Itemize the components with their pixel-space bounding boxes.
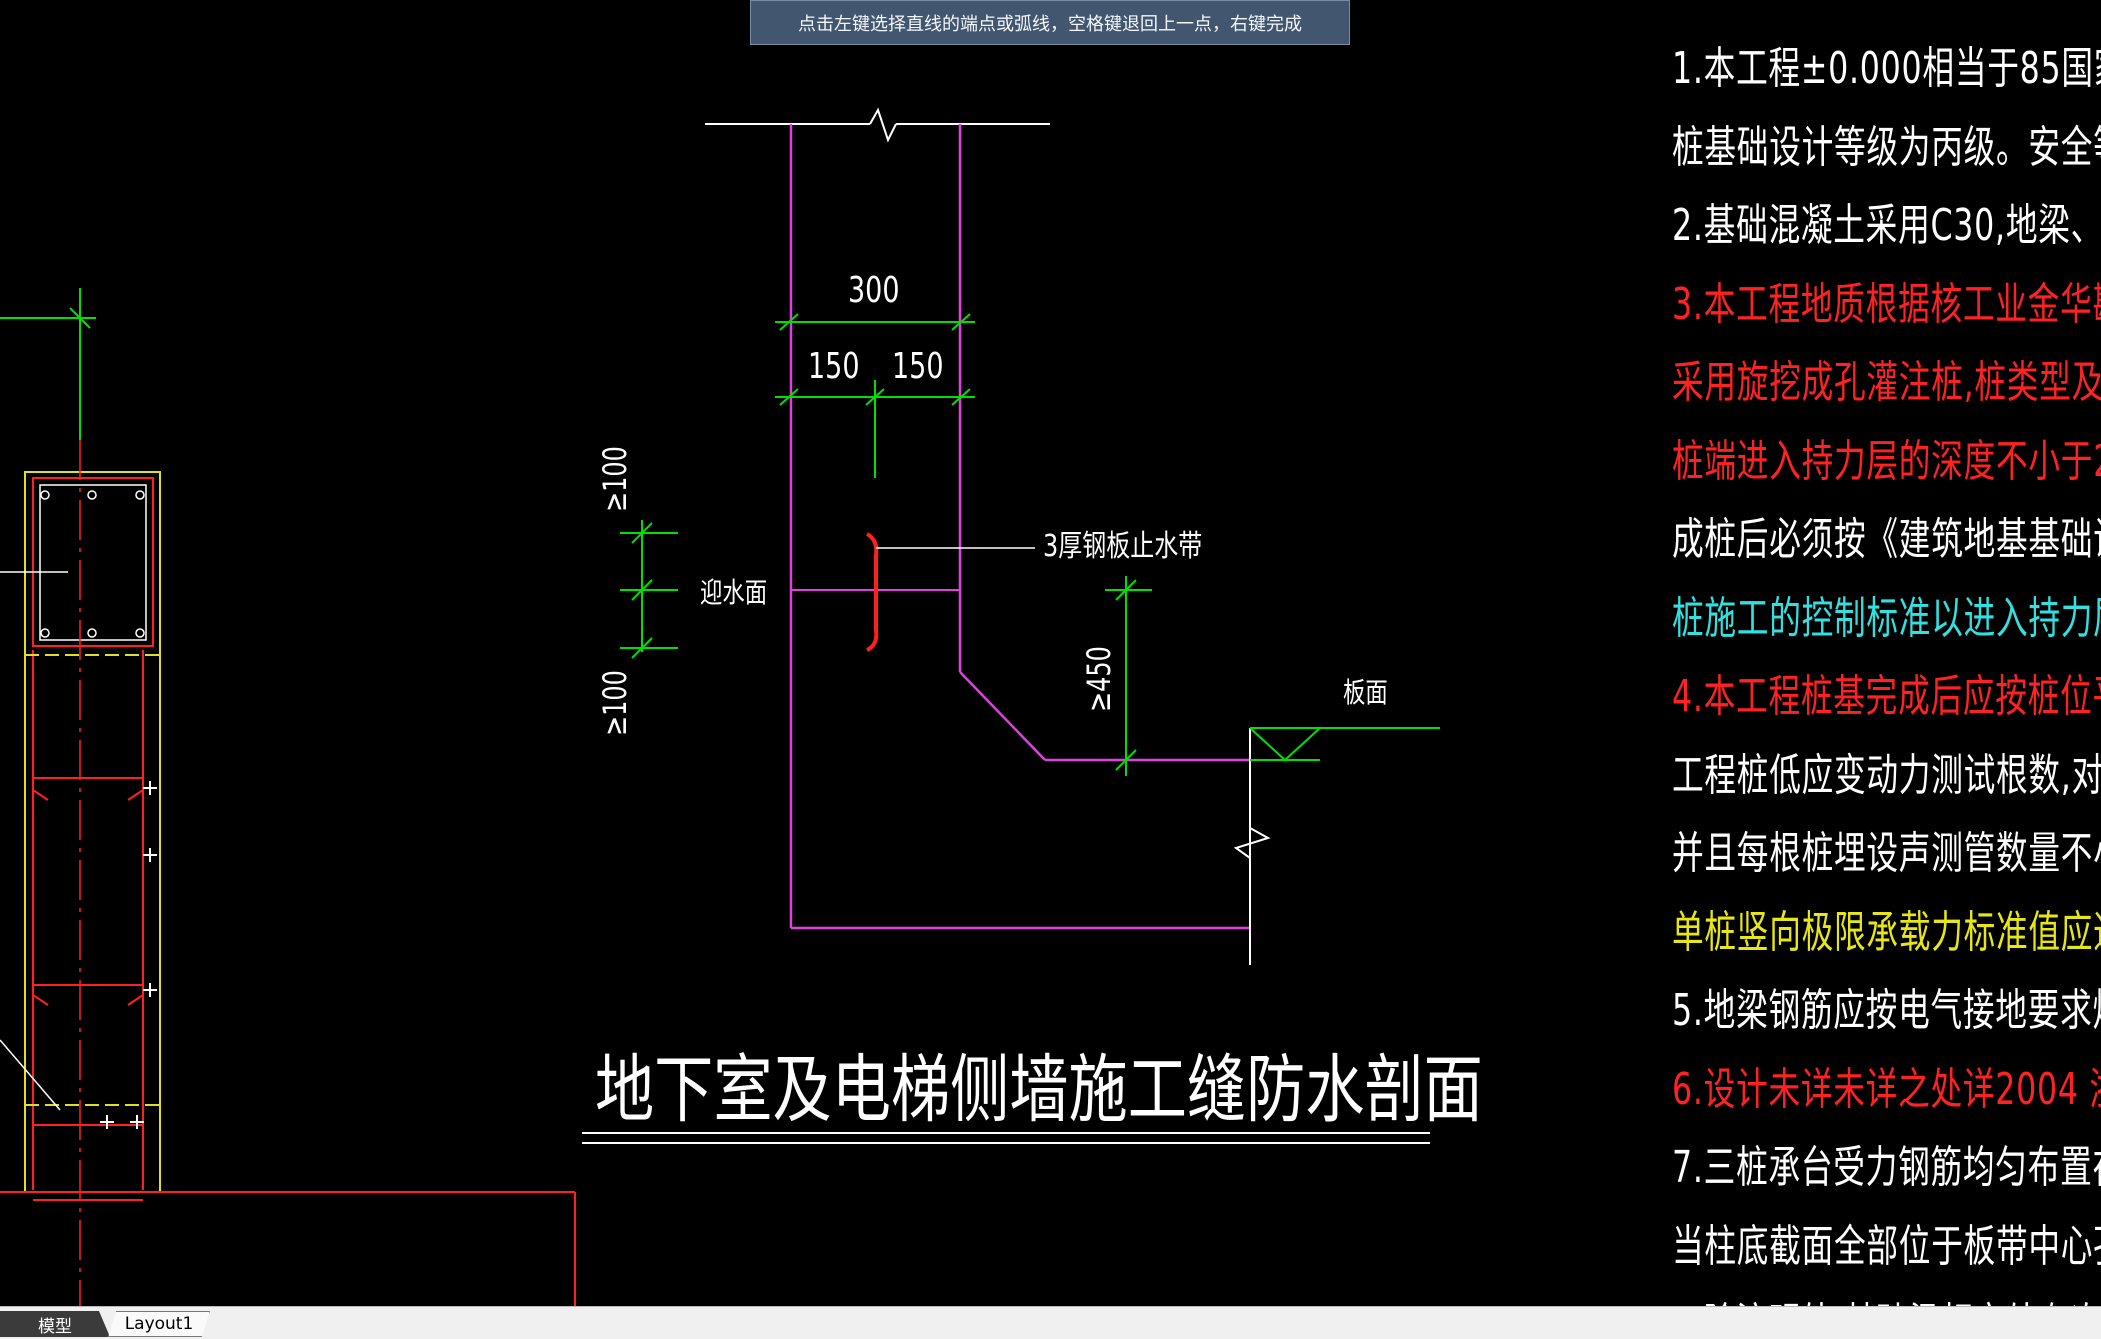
note-line: 6.设计未详未详之处详2004 浙G [1672,1063,2101,1115]
command-tooltip-text: 点击左键选择直线的端点或弧线，空格键退回上一点，右键完成 [798,13,1302,35]
dim-150-left: 150 [808,344,860,387]
tab-layout1[interactable]: Layout1 [108,1311,210,1337]
note-line: 8.除注明外,基础梁相交处有次梁两 [1672,1288,2101,1306]
note-line: 单桩竖向极限承载力标准值应通 [1672,906,2101,958]
label-upstream-face: 迎水面 [700,575,767,608]
design-notes: 1.本工程±0.000相当于85国家 桩基础设计等级为丙级。安全等 2.基础混凝土… [1672,0,2101,1306]
dimension-lines [620,313,1440,776]
tab-model-label: 模型 [38,1316,72,1337]
dim-ge100-top: ≥100 [597,446,634,512]
note-line: 采用旋挖成孔灌注桩,桩类型及对 [1672,357,2101,408]
note-line: 3.本工程地质根据核工业金华勘测 [1672,278,2101,330]
dim-150-right: 150 [892,344,944,387]
dim-300: 300 [848,268,900,311]
tab-model[interactable]: 模型 [0,1311,110,1337]
layout-tab-bar: 模型 Layout1 [0,1306,2101,1339]
note-line: 当柱底截面全部位于板带中心孔 [1672,1220,2101,1272]
drawing-title: 地下室及电梯侧墙施工缝防水剖面 [595,1047,1483,1133]
note-line: 5.地梁钢筋应按电气接地要求焊接 [1672,985,2101,1036]
note-line: 并且每根桩埋设声测管数量不小 [1672,828,2101,879]
note-line: 桩端进入持力层的深度不小于2.0 [1672,435,2101,487]
dim-ge100-bottom: ≥100 [597,670,634,736]
left-plan-fragment [0,288,576,1306]
note-line: 工程桩低应变动力测试根数,对单 [1672,749,2101,801]
note-line: 桩基础设计等级为丙级。安全等 [1672,121,2101,173]
command-tooltip: 点击左键选择直线的端点或弧线，空格键退回上一点，右键完成 [750,0,1350,45]
note-line: 4.本工程桩基完成后应按桩位平面 [1672,671,2101,722]
note-line: 成桩后必须按《建筑地基基础设 [1672,514,2101,565]
dim-ge450: ≥450 [1081,646,1118,712]
note-line: 桩施工的控制标准以进入持力层 [1672,592,2101,644]
tab-layout1-label: Layout1 [124,1314,194,1334]
steel-waterstop [865,532,1035,652]
note-line: 1.本工程±0.000相当于85国家 [1672,43,2101,94]
note-line: 2.基础混凝土采用C30,地梁、电 [1672,200,2101,251]
label-waterstop: 3厚钢板止水带 [1043,529,1202,563]
label-slab-face: 板面 [1343,675,1388,708]
note-line: 7.三桩承台受力钢筋均匀布置在与 [1672,1142,2101,1193]
